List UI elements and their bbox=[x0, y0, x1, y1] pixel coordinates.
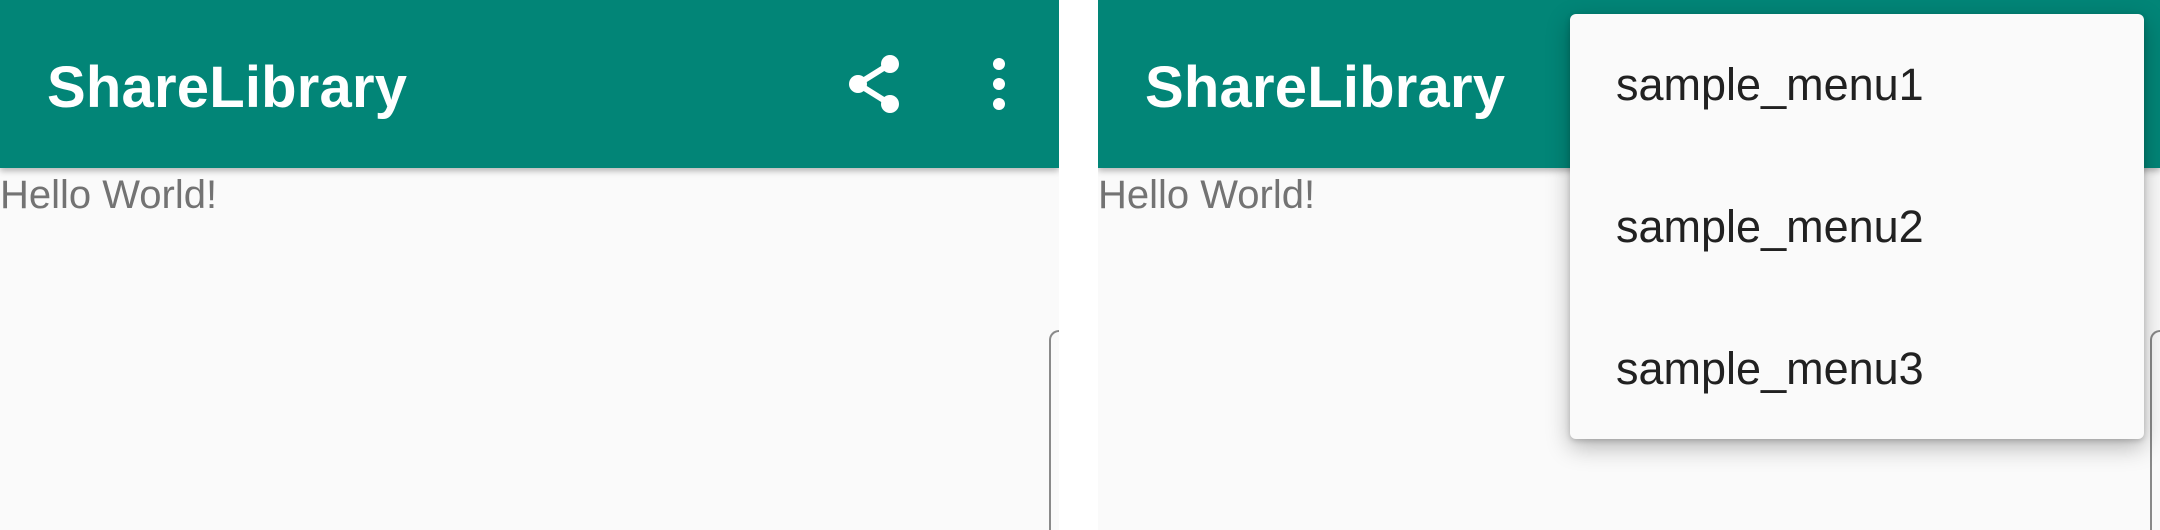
share-icon-glyph bbox=[849, 55, 899, 113]
scroll-edge-indicator bbox=[2150, 330, 2160, 530]
app-bar: ShareLibrary bbox=[0, 0, 1059, 168]
hello-world-text: Hello World! bbox=[0, 173, 218, 217]
screen-default: ShareLibrary Hello World! bbox=[0, 0, 1059, 530]
menu-item-sample-menu2[interactable]: sample_menu2 bbox=[1570, 156, 2144, 297]
menu-item-sample-menu1[interactable]: sample_menu1 bbox=[1570, 14, 2144, 155]
menu-item-sample-menu3[interactable]: sample_menu3 bbox=[1570, 298, 2144, 439]
scroll-edge-indicator bbox=[1049, 330, 1059, 530]
more-vert-icon-glyph bbox=[993, 58, 1005, 110]
share-icon[interactable] bbox=[838, 48, 910, 120]
screenshot-comparison: ShareLibrary Hello World! ShareLibrary H… bbox=[0, 0, 2160, 530]
app-title: ShareLibrary bbox=[47, 55, 408, 120]
screen-overflow-open: ShareLibrary Hello World! sample_menu1 s… bbox=[1098, 0, 2160, 530]
overflow-menu: sample_menu1 sample_menu2 sample_menu3 bbox=[1570, 14, 2144, 439]
hello-world-text: Hello World! bbox=[1098, 173, 1316, 217]
app-title: ShareLibrary bbox=[1145, 55, 1506, 120]
more-vert-icon[interactable] bbox=[963, 48, 1035, 120]
